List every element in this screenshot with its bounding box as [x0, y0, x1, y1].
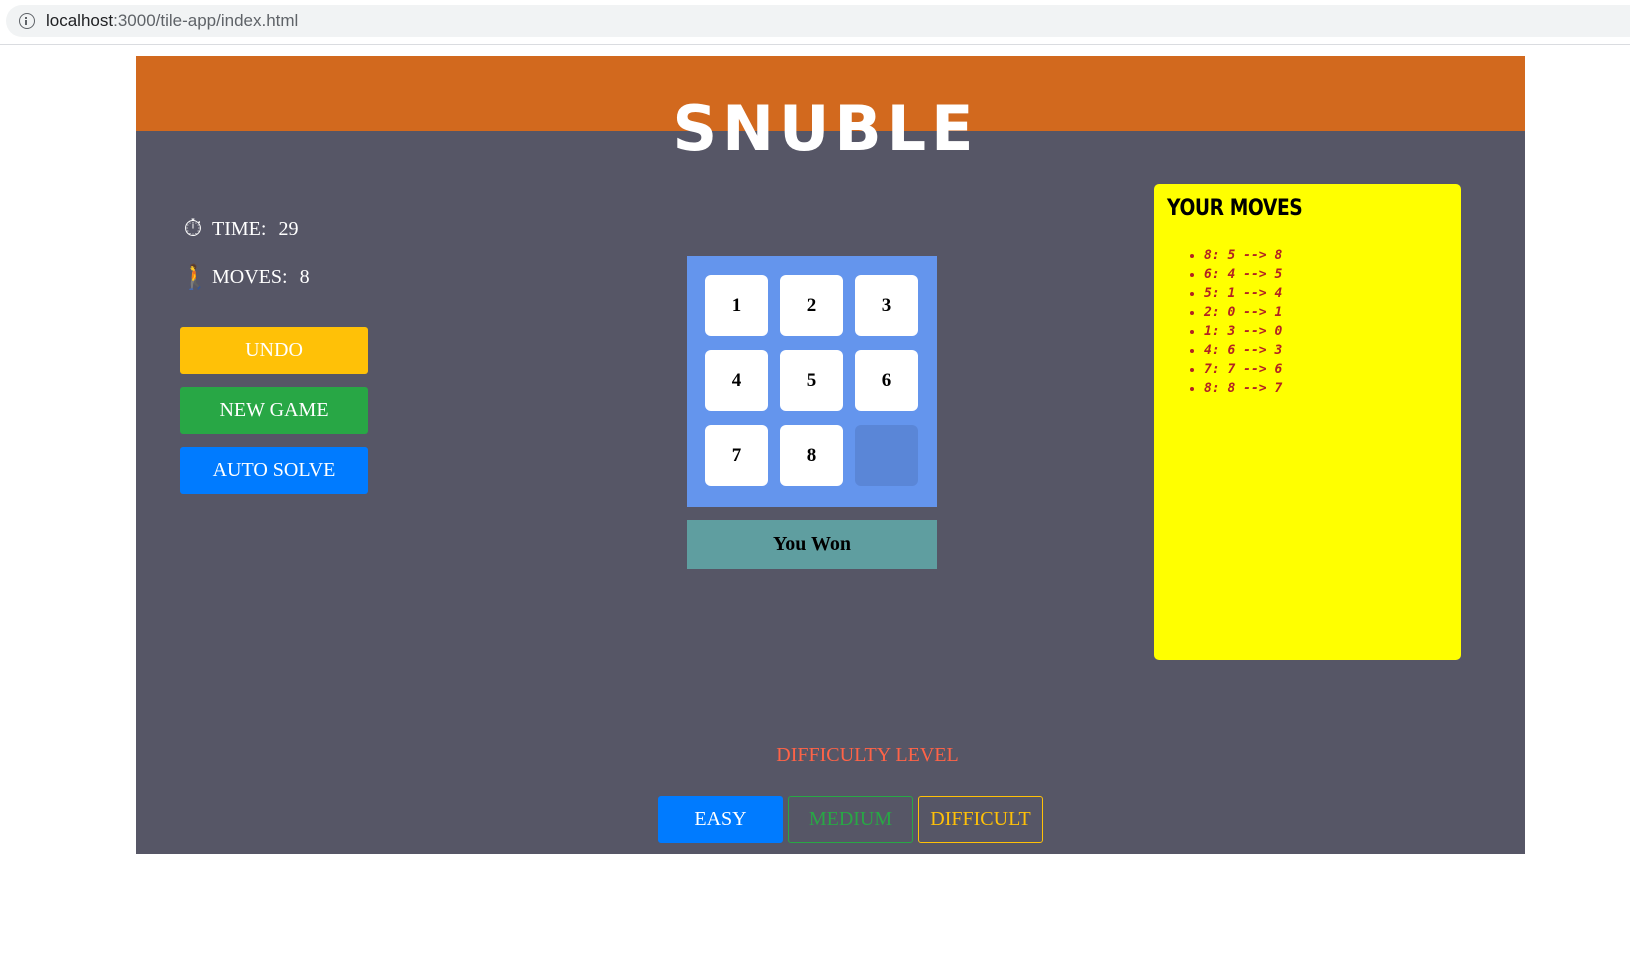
walking-person-icon: 🚶: [180, 264, 210, 291]
time-value: 29: [278, 217, 299, 240]
move-item: 8: 5 --> 8: [1204, 246, 1282, 265]
tile[interactable]: 3: [855, 275, 918, 336]
stopwatch-icon: ⏱: [183, 215, 203, 242]
move-item: 8: 8 --> 7: [1204, 379, 1282, 398]
difficulty-label: DIFFICULTY LEVEL: [776, 744, 959, 766]
app-title: SNUBLE: [672, 92, 979, 165]
tile[interactable]: 7: [705, 425, 768, 486]
difficulty-difficult-button[interactable]: DIFFICULT: [918, 796, 1043, 843]
moves-label: MOVES:: [212, 265, 288, 288]
game-container: SNUBLE ⏱ TIME: 29 🚶 MOVES: 8 UNDO NEW GA…: [136, 56, 1525, 854]
tile[interactable]: 8: [780, 425, 843, 486]
move-item: 7: 7 --> 6: [1204, 360, 1282, 379]
new-game-button[interactable]: NEW GAME: [180, 387, 368, 434]
moves-value: 8: [299, 265, 310, 288]
tile[interactable]: 1: [705, 275, 768, 336]
difficulty-easy-button[interactable]: EASY: [658, 796, 783, 843]
url-field[interactable]: localhost:3000/tile-app/index.html: [6, 5, 1630, 37]
site-info-icon[interactable]: [19, 13, 35, 29]
move-item: 2: 0 --> 1: [1204, 303, 1282, 322]
move-item: 4: 6 --> 3: [1204, 341, 1282, 360]
puzzle-board: 1 2 3 4 5 6 7 8: [687, 256, 937, 507]
moves-history-list: 8: 5 --> 8 6: 4 --> 5 5: 1 --> 4 2: 0 --…: [1186, 246, 1282, 398]
tile[interactable]: 5: [780, 350, 843, 411]
time-label: TIME:: [212, 217, 267, 240]
move-item: 6: 4 --> 5: [1204, 265, 1282, 284]
empty-tile[interactable]: [855, 425, 918, 486]
difficulty-medium-button[interactable]: MEDIUM: [788, 796, 913, 843]
time-stat: ⏱ TIME: 29: [180, 214, 299, 244]
url-host: localhost: [46, 11, 114, 30]
url-path: :3000/tile-app/index.html: [113, 11, 299, 30]
moves-stat: 🚶 MOVES: 8: [180, 262, 310, 292]
browser-address-bar: localhost:3000/tile-app/index.html: [0, 0, 1630, 45]
tile[interactable]: 2: [780, 275, 843, 336]
move-item: 1: 3 --> 0: [1204, 322, 1282, 341]
move-item: 5: 1 --> 4: [1204, 284, 1282, 303]
url-text[interactable]: localhost:3000/tile-app/index.html: [46, 11, 298, 31]
game-status: You Won: [687, 520, 937, 569]
undo-button[interactable]: UNDO: [180, 327, 368, 374]
moves-history-panel: YOUR MOVES 8: 5 --> 8 6: 4 --> 5 5: 1 --…: [1154, 184, 1461, 660]
moves-history-title: YOUR MOVES: [1167, 196, 1303, 221]
tile[interactable]: 6: [855, 350, 918, 411]
auto-solve-button[interactable]: AUTO SOLVE: [180, 447, 368, 494]
tile[interactable]: 4: [705, 350, 768, 411]
